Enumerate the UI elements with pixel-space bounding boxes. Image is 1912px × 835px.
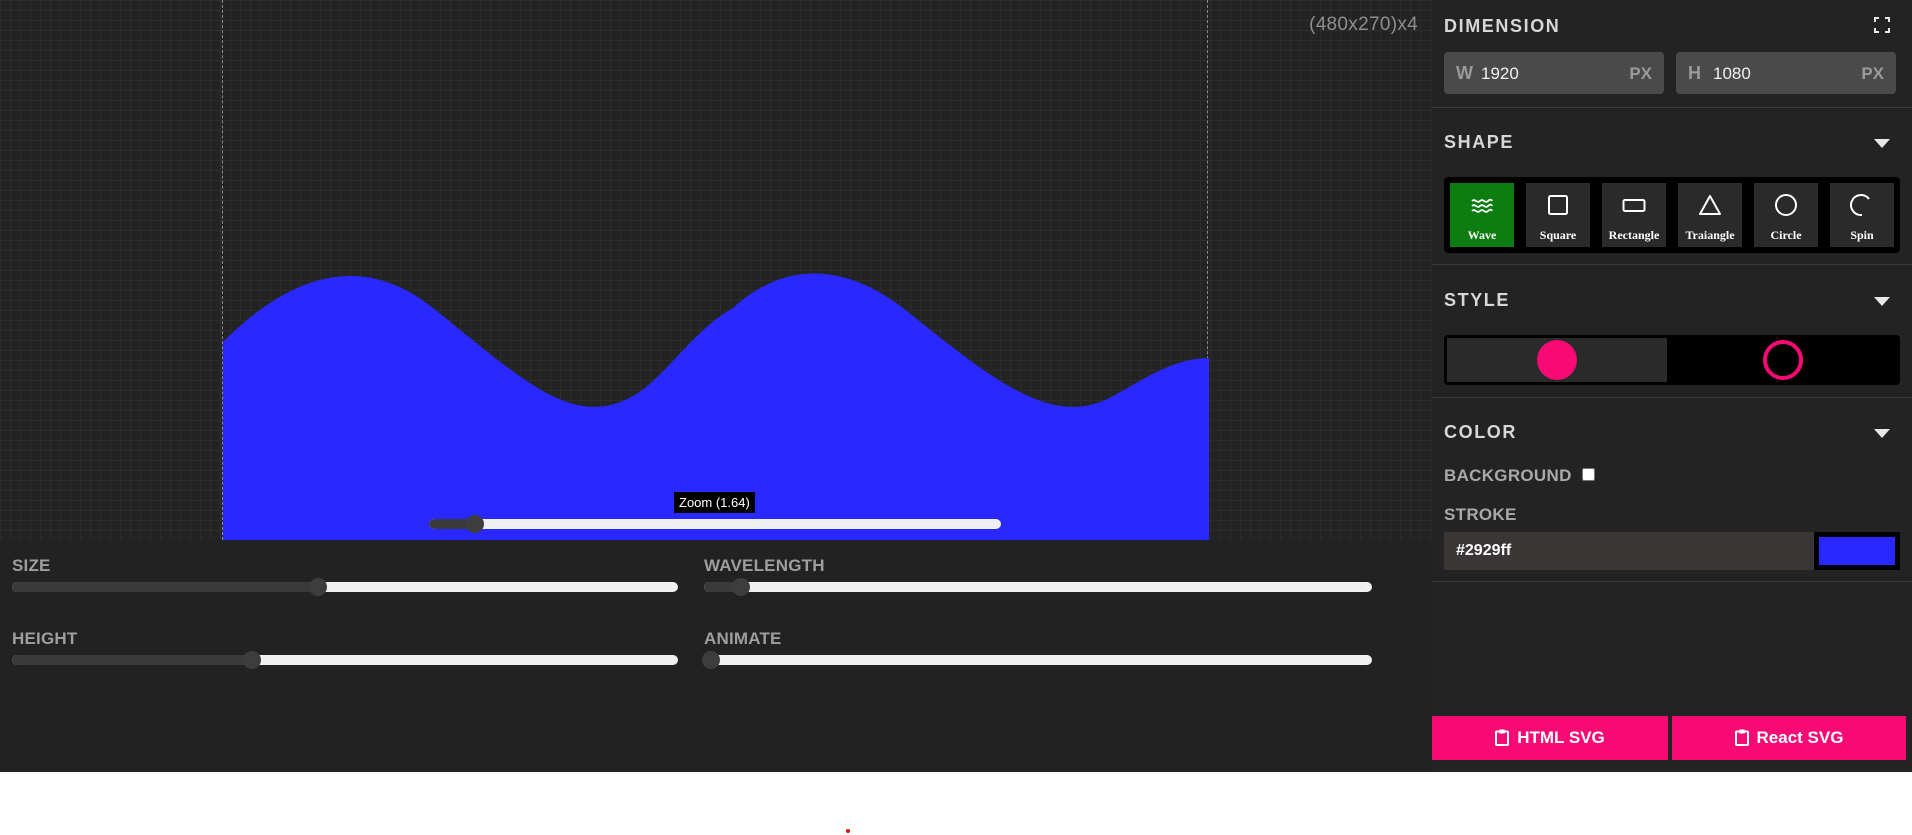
shape-selector: Wave Square Rectangle Traiangle Circle S… (1444, 177, 1900, 253)
shape-option-spin[interactable]: Spin (1830, 183, 1894, 247)
stroke-color-field[interactable]: #2929ff (1444, 532, 1900, 570)
cursor-marker (846, 829, 850, 833)
height-label: HEIGHT (12, 629, 78, 648)
style-option-outline[interactable] (1670, 338, 1897, 382)
zoom-slider-thumb[interactable] (465, 515, 484, 533)
zoom-tooltip: Zoom (1.64) (674, 492, 755, 513)
shape-option-rectangle[interactable]: Rectangle (1602, 183, 1666, 247)
size-slider-thumb[interactable] (309, 578, 328, 596)
width-unit: PX (1629, 64, 1652, 83)
animate-slider-thumb[interactable] (701, 651, 720, 669)
size-slider-fill (12, 582, 319, 592)
divider (1432, 264, 1912, 265)
height-field[interactable]: H 1080 PX (1676, 52, 1896, 94)
rectangle-icon (1622, 199, 1646, 212)
wave-shape (223, 273, 1209, 540)
fullscreen-icon[interactable] (1874, 17, 1890, 33)
shape-label-wave: Wave (1467, 228, 1497, 242)
stroke-label: STROKE (1444, 505, 1517, 524)
canvas-scale-label: (480x270)x4 (1309, 14, 1418, 35)
animate-label: ANIMATE (704, 629, 782, 648)
height-value[interactable]: 1080 (1713, 64, 1751, 84)
copy-react-svg-label: React SVG (1756, 728, 1844, 747)
shape-title: SHAPE (1444, 132, 1515, 152)
copy-react-svg-button[interactable]: React SVG (1672, 716, 1906, 760)
copy-html-svg-label: HTML SVG (1517, 728, 1605, 747)
animate-slider[interactable] (704, 655, 1372, 665)
zoom-slider-track[interactable] (429, 519, 1001, 529)
shape-label-triangle: Traiangle (1685, 228, 1735, 242)
color-title: COLOR (1444, 422, 1517, 442)
wavelength-slider[interactable] (704, 582, 1372, 592)
stroke-color-picker[interactable] (1814, 532, 1900, 570)
shape-label-rectangle: Rectangle (1608, 228, 1660, 242)
style-title: STYLE (1444, 290, 1511, 310)
background-checkbox[interactable] (1582, 468, 1595, 481)
color-collapse-icon[interactable] (1874, 429, 1890, 438)
triangle-icon (1699, 195, 1721, 215)
height-letter: H (1688, 63, 1701, 83)
height-slider-fill (12, 655, 252, 665)
size-slider[interactable] (12, 582, 678, 592)
shape-collapse-icon[interactable] (1874, 139, 1890, 148)
square-icon (1548, 195, 1568, 215)
shape-option-square[interactable]: Square (1526, 183, 1590, 247)
shape-option-wave[interactable]: Wave (1450, 183, 1514, 247)
clipboard-icon (1734, 729, 1749, 746)
settings-panel: DIMENSION W 1920 PX H 1080 PX SHAPE Wave (1432, 0, 1912, 772)
clipboard-icon (1495, 729, 1510, 746)
filled-circle-icon (1537, 340, 1577, 380)
copy-html-svg-button[interactable]: HTML SVG (1432, 716, 1668, 760)
size-label: SIZE (12, 556, 51, 575)
wavelength-slider-thumb[interactable] (731, 578, 750, 596)
shape-label-square: Square (1539, 228, 1577, 242)
style-collapse-icon[interactable] (1874, 297, 1890, 306)
wavelength-label: WAVELENGTH (704, 556, 825, 575)
divider (1432, 107, 1912, 108)
shape-label-spin: Spin (1850, 228, 1874, 242)
artboard (222, 0, 1209, 540)
width-field[interactable]: W 1920 PX (1444, 52, 1664, 94)
spin-icon (1850, 194, 1870, 217)
background-label: BACKGROUND (1444, 466, 1572, 485)
outline-circle-icon (1763, 340, 1803, 380)
height-unit: PX (1861, 64, 1884, 83)
divider (1432, 397, 1912, 398)
dimension-title: DIMENSION (1444, 16, 1561, 36)
width-letter: W (1456, 63, 1473, 83)
shape-label-circle: Circle (1770, 228, 1802, 242)
stroke-color-value[interactable]: #2929ff (1456, 542, 1511, 560)
shape-option-triangle[interactable]: Traiangle (1678, 183, 1742, 247)
stroke-color-swatch[interactable] (1819, 537, 1895, 565)
divider (1432, 581, 1912, 582)
height-slider-thumb[interactable] (242, 651, 261, 669)
shape-option-circle[interactable]: Circle (1754, 183, 1818, 247)
style-option-filled[interactable] (1447, 338, 1667, 382)
height-slider[interactable] (12, 655, 678, 665)
width-value[interactable]: 1920 (1481, 64, 1519, 84)
circle-icon (1775, 194, 1797, 216)
style-toggle (1444, 335, 1900, 385)
wave-generator-app: (480x270)x4 Zoom (1.64) SIZE WAVELENGTH … (0, 0, 1912, 772)
preview-canvas: (480x270)x4 Zoom (1.64) (0, 0, 1432, 540)
wave-icon (1471, 198, 1493, 213)
